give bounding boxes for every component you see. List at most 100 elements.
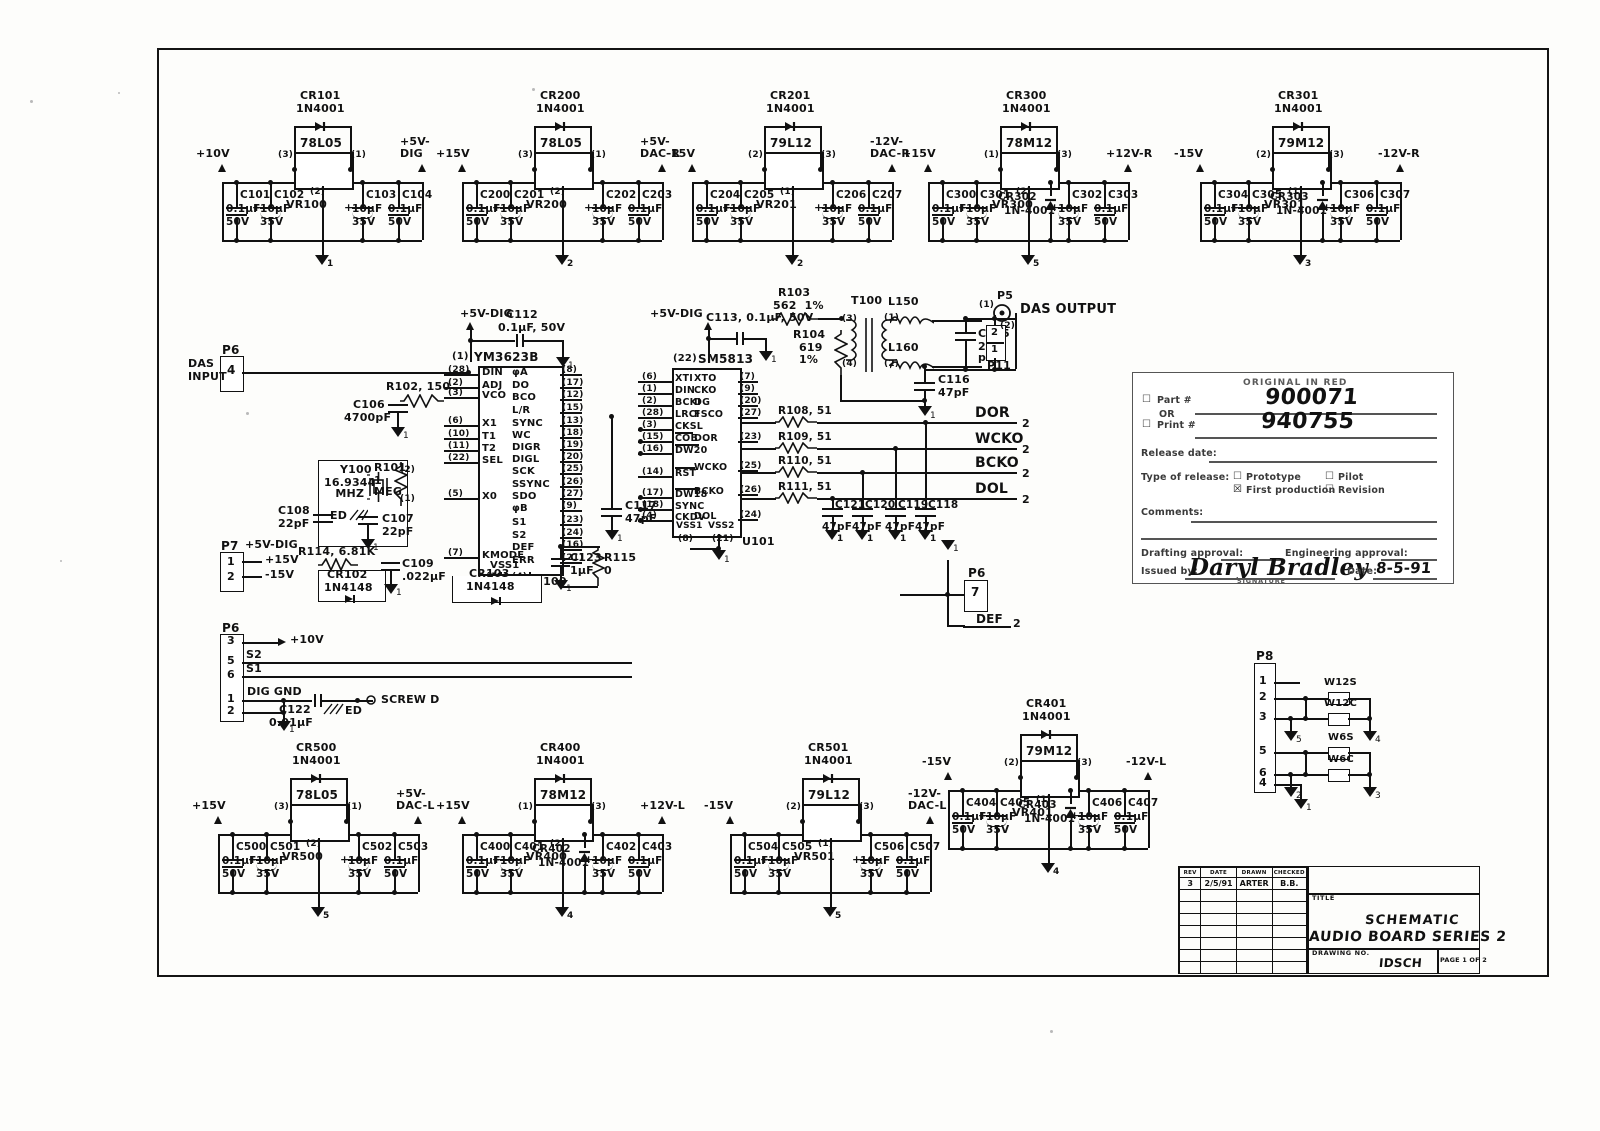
p5-jack-symbol[interactable] <box>992 303 1012 323</box>
cap-value: 10µF <box>1238 203 1269 215</box>
u101-right-pin-name: XTO <box>694 373 717 384</box>
l160-out-wire <box>932 366 982 368</box>
p8-pin-number: 2 <box>1259 690 1267 703</box>
output-cap-ref: C118 <box>928 499 959 511</box>
u100-bypass-wire-l <box>470 340 515 342</box>
junction-dot <box>263 831 269 837</box>
release-date-label: Release date: <box>1141 448 1217 459</box>
junction-dot <box>865 179 871 185</box>
junction-dot <box>1367 772 1372 777</box>
output-left-wire <box>740 498 776 500</box>
u100-left-pin-name: VCO <box>482 390 507 401</box>
cap-voltage: 35V <box>592 216 616 228</box>
junction-dot <box>939 237 945 243</box>
pilot-checkbox[interactable]: ☐ <box>1325 471 1334 482</box>
junction-dot <box>1337 179 1343 185</box>
junction-dot <box>1325 166 1331 172</box>
input-rail-drop <box>928 182 930 240</box>
rail-arrow <box>725 816 734 824</box>
junction-dot <box>817 166 823 172</box>
rail-arrow <box>657 816 666 824</box>
junction-dot <box>761 166 767 172</box>
p7-pin1-wire <box>242 561 262 563</box>
cap-polarity-mark: + <box>340 853 350 866</box>
u101-vss1-pin: (8) <box>678 534 694 544</box>
junction-dot <box>587 166 593 172</box>
cap-ref: C503 <box>398 841 429 853</box>
extra-diode-ref: CR402 <box>532 843 571 855</box>
u100-right-pin-name: DIGR <box>512 442 541 453</box>
input-rail-drop <box>222 182 224 240</box>
diode-left-leg <box>294 126 296 169</box>
output-right-wire <box>817 448 1017 450</box>
p6-pin2-wire <box>242 712 284 714</box>
revision-cell <box>1200 949 1237 962</box>
rail-arrow <box>1395 164 1404 172</box>
cap-ref: C303 <box>1108 189 1139 201</box>
junction-dot <box>531 818 537 824</box>
das-return-bus <box>840 400 925 402</box>
u100-right-pin-wire <box>560 374 582 376</box>
cap-value: 10µF <box>256 855 287 867</box>
ground-number: 1 <box>403 431 409 441</box>
input-rail-label: +10V <box>196 147 230 160</box>
dig-gnd-label: DIG GND <box>247 685 302 698</box>
r102-symbol <box>400 394 444 408</box>
junction-dot <box>599 179 605 185</box>
u101-left-pin-wire <box>638 405 672 407</box>
cap-voltage: 50V <box>226 216 250 228</box>
u101-bypass-gnd-wire <box>765 338 767 352</box>
p6-power-pin-number: 3 <box>227 634 235 647</box>
cap-ref: C400 <box>480 841 511 853</box>
cap-ref: C201 <box>514 189 545 201</box>
junction-dot <box>1065 179 1071 185</box>
junction-dot <box>1288 772 1293 777</box>
junction-dot <box>1211 179 1217 185</box>
revision-cell <box>1178 937 1202 950</box>
part-checkbox[interactable]: ☐ <box>1142 394 1151 405</box>
p6-input-ref: P6 <box>222 343 240 357</box>
output-rail-label: -12V- DAC-L <box>908 787 947 813</box>
part-value: 900071 <box>1263 385 1360 410</box>
c106-val: 4700pF <box>344 411 392 424</box>
ground-number: 5 <box>1033 259 1040 269</box>
input-rail-drop <box>730 834 732 892</box>
u100-rail-arrow <box>466 322 474 330</box>
cap-voltage: 35V <box>822 216 846 228</box>
output-resistor-symbol <box>775 442 817 454</box>
jumper-w6c[interactable] <box>1328 769 1350 782</box>
jumper-w12c[interactable] <box>1328 713 1350 726</box>
junction-dot <box>855 818 861 824</box>
c123-gnd-wire <box>560 565 562 581</box>
r103-ref: R103 <box>778 286 811 299</box>
r104-bottom-wire <box>840 375 842 402</box>
gnd-drop <box>1300 240 1302 256</box>
junction-dot <box>903 831 909 837</box>
prototype-checkbox[interactable]: ☐ <box>1233 471 1242 482</box>
r115-val: 0 <box>604 564 612 577</box>
diode-left-leg <box>802 778 804 821</box>
p7-pin-2-num: 2 <box>227 570 235 583</box>
first-production-checkbox[interactable]: ☒ <box>1233 484 1242 495</box>
comments-label: Comments: <box>1141 507 1204 518</box>
u100-right-pin-wire <box>560 510 582 512</box>
output-cap-lead <box>925 422 927 508</box>
c115-bottom-wire <box>965 339 967 369</box>
output-sheet-ref: 2 <box>1022 417 1030 430</box>
p6-def-signal: DEF <box>976 612 1003 626</box>
revision-checkbox[interactable]: ☐ <box>1325 484 1334 495</box>
l160-ref: L160 <box>888 341 919 354</box>
date-value: 8-5-91 <box>1375 559 1433 577</box>
gnd-drop <box>322 240 324 256</box>
print-checkbox[interactable]: ☐ <box>1142 419 1151 430</box>
c115-plate-a <box>955 332 976 334</box>
c122-ref: C122 <box>279 703 311 716</box>
bypass-diode-ref: CR501 <box>808 741 849 754</box>
comments-underline-2 <box>1141 538 1437 540</box>
u101-bypass-wire-l <box>708 338 736 340</box>
c107-val: 22pF <box>382 525 414 538</box>
cap-ref: C205 <box>744 189 775 201</box>
junction-dot <box>737 237 743 243</box>
comments-underline-1 <box>1191 521 1437 523</box>
diode-symbol <box>315 122 326 131</box>
